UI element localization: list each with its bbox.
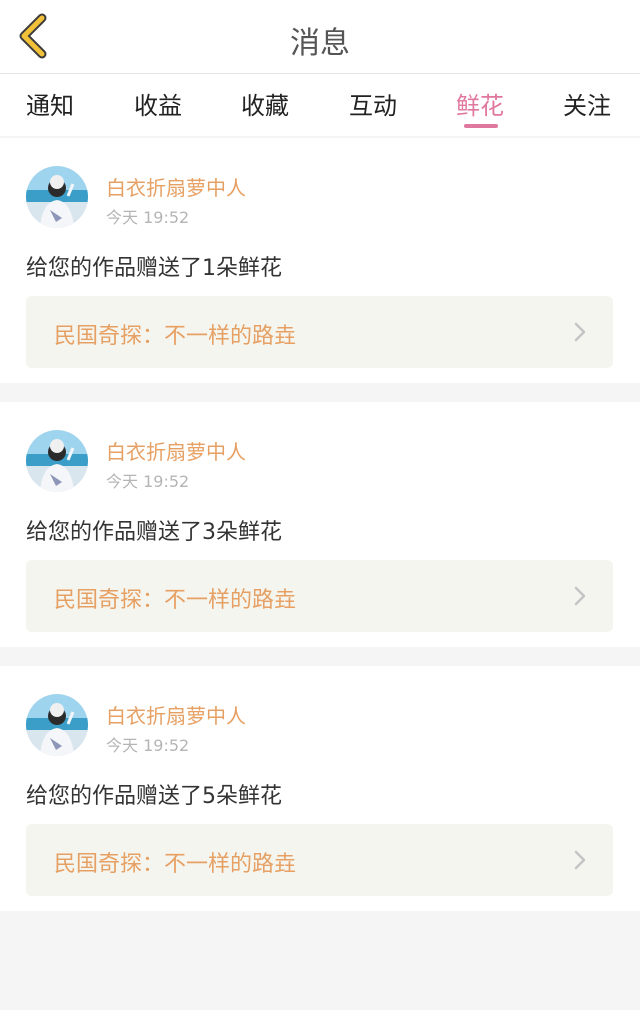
page-title: 消息	[290, 26, 350, 61]
message-card: 白衣折扇萝中人 今天 19:52 给您的作品赠送了3朵鲜花 民国奇探：不一样的路…	[0, 402, 640, 647]
timestamp: 今天 19:52	[106, 736, 190, 755]
message-text: 给您的作品赠送了1朵鲜花	[26, 256, 282, 281]
tab-earnings[interactable]: 收益	[134, 86, 182, 121]
tab-following[interactable]: 关注	[563, 86, 611, 121]
chevron-right-icon	[574, 586, 586, 606]
tab-interactions[interactable]: 互动	[349, 86, 397, 121]
message-card: 白衣折扇萝中人 今天 19:52 给您的作品赠送了1朵鲜花 民国奇探：不一样的路…	[0, 138, 640, 383]
avatar[interactable]	[26, 430, 88, 492]
timestamp: 今天 19:52	[106, 208, 190, 227]
work-link[interactable]: 民国奇探：不一样的路垚	[26, 824, 613, 896]
username-link[interactable]: 白衣折扇萝中人	[106, 700, 246, 729]
active-tab-indicator	[464, 124, 498, 128]
message-text: 给您的作品赠送了5朵鲜花	[26, 784, 282, 809]
username-link[interactable]: 白衣折扇萝中人	[106, 172, 246, 201]
message-card: 白衣折扇萝中人 今天 19:52 给您的作品赠送了5朵鲜花 民国奇探：不一样的路…	[0, 666, 640, 911]
chevron-right-icon	[574, 322, 586, 342]
work-link[interactable]: 民国奇探：不一样的路垚	[26, 296, 613, 368]
work-title: 民国奇探：不一样的路垚	[54, 324, 297, 349]
work-title: 民国奇探：不一样的路垚	[54, 588, 297, 613]
avatar[interactable]	[26, 694, 88, 756]
message-text: 给您的作品赠送了3朵鲜花	[26, 520, 282, 545]
tab-favorites[interactable]: 收藏	[241, 86, 289, 121]
chevron-right-icon	[574, 850, 586, 870]
work-title: 民国奇探：不一样的路垚	[54, 852, 297, 877]
top-bar: 消息	[0, 0, 640, 74]
tab-notifications[interactable]: 通知	[26, 86, 74, 121]
tab-flowers[interactable]: 鲜花	[456, 86, 504, 121]
timestamp: 今天 19:52	[106, 472, 190, 491]
username-link[interactable]: 白衣折扇萝中人	[106, 436, 246, 465]
work-link[interactable]: 民国奇探：不一样的路垚	[26, 560, 613, 632]
tab-bar: 通知 收益 收藏 互动 鲜花 关注	[0, 74, 640, 136]
avatar[interactable]	[26, 166, 88, 228]
